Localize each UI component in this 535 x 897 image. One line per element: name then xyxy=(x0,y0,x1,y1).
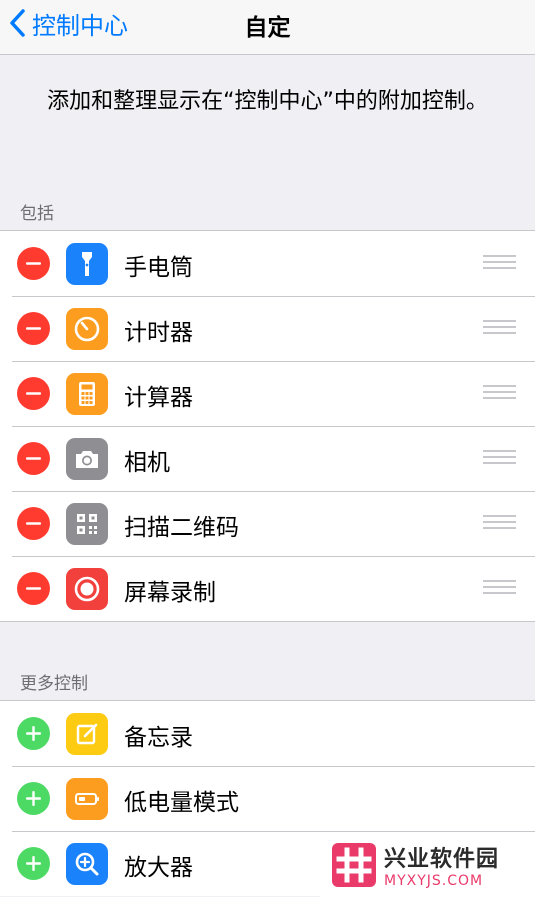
low-power-icon xyxy=(66,778,108,820)
reorder-handle[interactable] xyxy=(483,320,516,336)
control-row-timer: 计时器 xyxy=(0,296,535,361)
control-label: 扫描二维码 xyxy=(124,515,239,541)
add-button[interactable] xyxy=(17,717,50,750)
timer-icon xyxy=(66,308,108,350)
control-row-flashlight: 手电筒 xyxy=(0,231,535,296)
watermark-name: 兴业软件园 xyxy=(384,846,500,872)
remove-button[interactable] xyxy=(17,377,50,410)
add-button[interactable] xyxy=(17,847,50,880)
section-header-included: 包括 xyxy=(20,204,54,224)
remove-button[interactable] xyxy=(17,312,50,345)
control-label: 放大器 xyxy=(124,855,193,881)
remove-button[interactable] xyxy=(17,247,50,280)
remove-button[interactable] xyxy=(17,572,50,605)
reorder-handle[interactable] xyxy=(483,385,516,401)
screen-record-icon xyxy=(66,568,108,610)
watermark: 兴业软件园 MYXYJS.COM xyxy=(320,832,535,897)
section-header-more-controls: 更多控制 xyxy=(20,674,88,694)
calculator-icon xyxy=(66,373,108,415)
reorder-handle[interactable] xyxy=(483,255,516,271)
control-row-low-power-mode: 低电量模式 xyxy=(0,766,535,831)
navigation-bar: 控制中心 自定 xyxy=(0,0,535,55)
hash-logo-icon xyxy=(332,842,376,887)
notes-icon xyxy=(66,713,108,755)
control-row-camera: 相机 xyxy=(0,426,535,491)
minus-icon xyxy=(26,392,41,395)
plus-icon xyxy=(26,726,41,741)
plus-icon xyxy=(26,791,41,806)
reorder-handle[interactable] xyxy=(483,450,516,466)
minus-icon xyxy=(26,587,41,590)
description-text: 添加和整理显示在“控制中心”中的附加控制。 xyxy=(47,89,488,114)
minus-icon xyxy=(26,457,41,460)
control-label: 备忘录 xyxy=(124,725,193,751)
flashlight-icon xyxy=(66,243,108,285)
control-label: 计时器 xyxy=(124,320,193,346)
camera-icon xyxy=(66,438,108,480)
included-controls-list: 手电筒 计时器 计算器 相机 扫描二维码 屏幕录制 xyxy=(0,230,535,622)
minus-icon xyxy=(26,262,41,265)
page-title: 自定 xyxy=(244,15,291,41)
remove-button[interactable] xyxy=(17,507,50,540)
control-row-screen-recording: 屏幕录制 xyxy=(0,556,535,621)
minus-icon xyxy=(26,522,41,525)
watermark-domain: MYXYJS.COM xyxy=(384,872,484,889)
control-label: 屏幕录制 xyxy=(124,580,216,606)
reorder-handle[interactable] xyxy=(483,515,516,531)
minus-icon xyxy=(26,327,41,330)
remove-button[interactable] xyxy=(17,442,50,475)
qr-code-icon xyxy=(66,503,108,545)
control-row-notes: 备忘录 xyxy=(0,701,535,766)
control-label: 计算器 xyxy=(124,385,193,411)
control-row-calculator: 计算器 xyxy=(0,361,535,426)
control-label: 相机 xyxy=(124,450,170,476)
reorder-handle[interactable] xyxy=(483,580,516,596)
add-button[interactable] xyxy=(17,782,50,815)
control-row-qr-scan: 扫描二维码 xyxy=(0,491,535,556)
control-label: 低电量模式 xyxy=(124,790,239,816)
plus-icon xyxy=(26,856,41,871)
magnifier-icon xyxy=(66,843,108,885)
page: 控制中心 自定 添加和整理显示在“控制中心”中的附加控制。 包括 手电筒 计时器… xyxy=(0,0,535,897)
control-label: 手电筒 xyxy=(124,255,193,281)
